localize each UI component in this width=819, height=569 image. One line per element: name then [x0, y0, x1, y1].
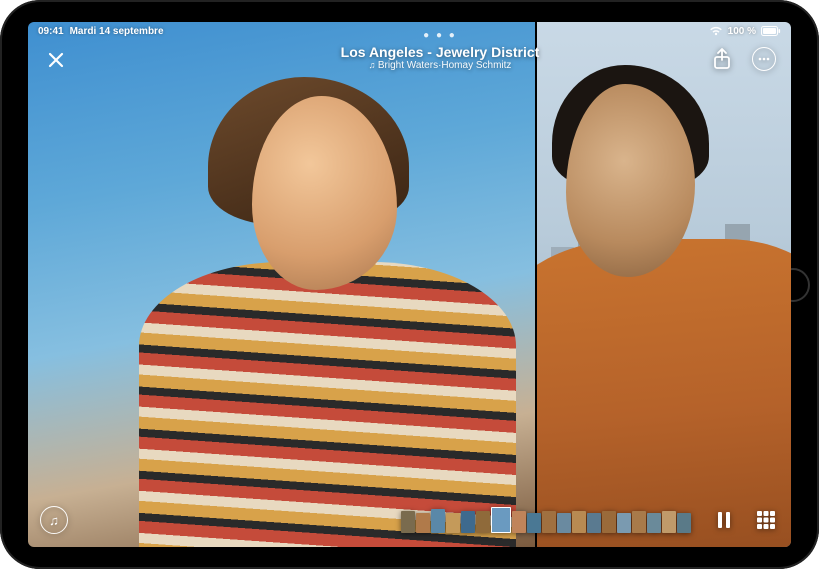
battery-icon	[761, 26, 781, 36]
pause-button[interactable]	[711, 507, 737, 533]
timeline-thumb[interactable]	[431, 509, 445, 533]
status-left: 09:41 Mardi 14 septembre	[38, 26, 164, 37]
close-icon	[47, 51, 65, 69]
timeline-thumb[interactable]	[617, 513, 631, 533]
close-button[interactable]	[42, 46, 70, 74]
playback-controls	[711, 507, 779, 533]
timeline-thumb[interactable]	[401, 511, 415, 533]
status-right: 100 %	[709, 26, 781, 37]
memory-photos[interactable]	[28, 22, 791, 547]
bottom-bar: ♫	[28, 503, 791, 537]
timeline-thumb[interactable]	[416, 513, 430, 533]
memory-photo-secondary[interactable]	[535, 22, 791, 547]
top-right-actions	[709, 46, 777, 72]
status-time: 09:41	[38, 26, 64, 37]
timeline-thumb[interactable]	[461, 511, 475, 533]
timeline-thumb[interactable]	[587, 513, 601, 533]
timeline-thumb[interactable]	[632, 511, 646, 533]
memory-music-subtitle: Bright Waters·Homay Schmitz	[341, 60, 540, 71]
memory-title-block[interactable]: Los Angeles - Jewelry District Bright Wa…	[341, 44, 540, 71]
timeline-thumb[interactable]	[557, 513, 571, 533]
subject-silhouette-left	[170, 96, 485, 548]
music-button[interactable]: ♫	[40, 506, 68, 534]
ipad-device-frame: 09:41 Mardi 14 septembre 100 %	[0, 0, 819, 569]
grid-icon	[757, 511, 775, 529]
wifi-icon	[709, 26, 723, 36]
timeline-thumb[interactable]	[476, 511, 490, 533]
memory-photo-primary[interactable]	[28, 22, 535, 547]
timeline-thumb[interactable]	[446, 513, 460, 533]
subject-silhouette-right	[542, 75, 780, 548]
browse-grid-button[interactable]	[753, 507, 779, 533]
music-icon: ♫	[49, 513, 59, 528]
timeline-thumb[interactable]	[491, 507, 511, 533]
timeline-thumb[interactable]	[572, 511, 586, 533]
timeline-thumb[interactable]	[527, 513, 541, 533]
memory-title: Los Angeles - Jewelry District	[341, 44, 540, 60]
more-button[interactable]	[751, 46, 777, 72]
memory-timeline[interactable]	[401, 507, 691, 533]
battery-text: 100 %	[728, 26, 756, 37]
timeline-thumb[interactable]	[647, 513, 661, 533]
status-bar: 09:41 Mardi 14 septembre 100 %	[28, 22, 791, 40]
timeline-thumb[interactable]	[602, 511, 616, 533]
more-icon	[752, 47, 776, 71]
status-date: Mardi 14 septembre	[70, 26, 164, 37]
share-button[interactable]	[709, 46, 735, 72]
timeline-thumb[interactable]	[542, 511, 556, 533]
timeline-thumb[interactable]	[662, 511, 676, 533]
pause-icon	[717, 512, 731, 528]
timeline-thumb[interactable]	[677, 513, 691, 533]
timeline-thumb[interactable]	[512, 511, 526, 533]
screen: 09:41 Mardi 14 septembre 100 %	[28, 22, 791, 547]
share-icon	[713, 48, 731, 70]
